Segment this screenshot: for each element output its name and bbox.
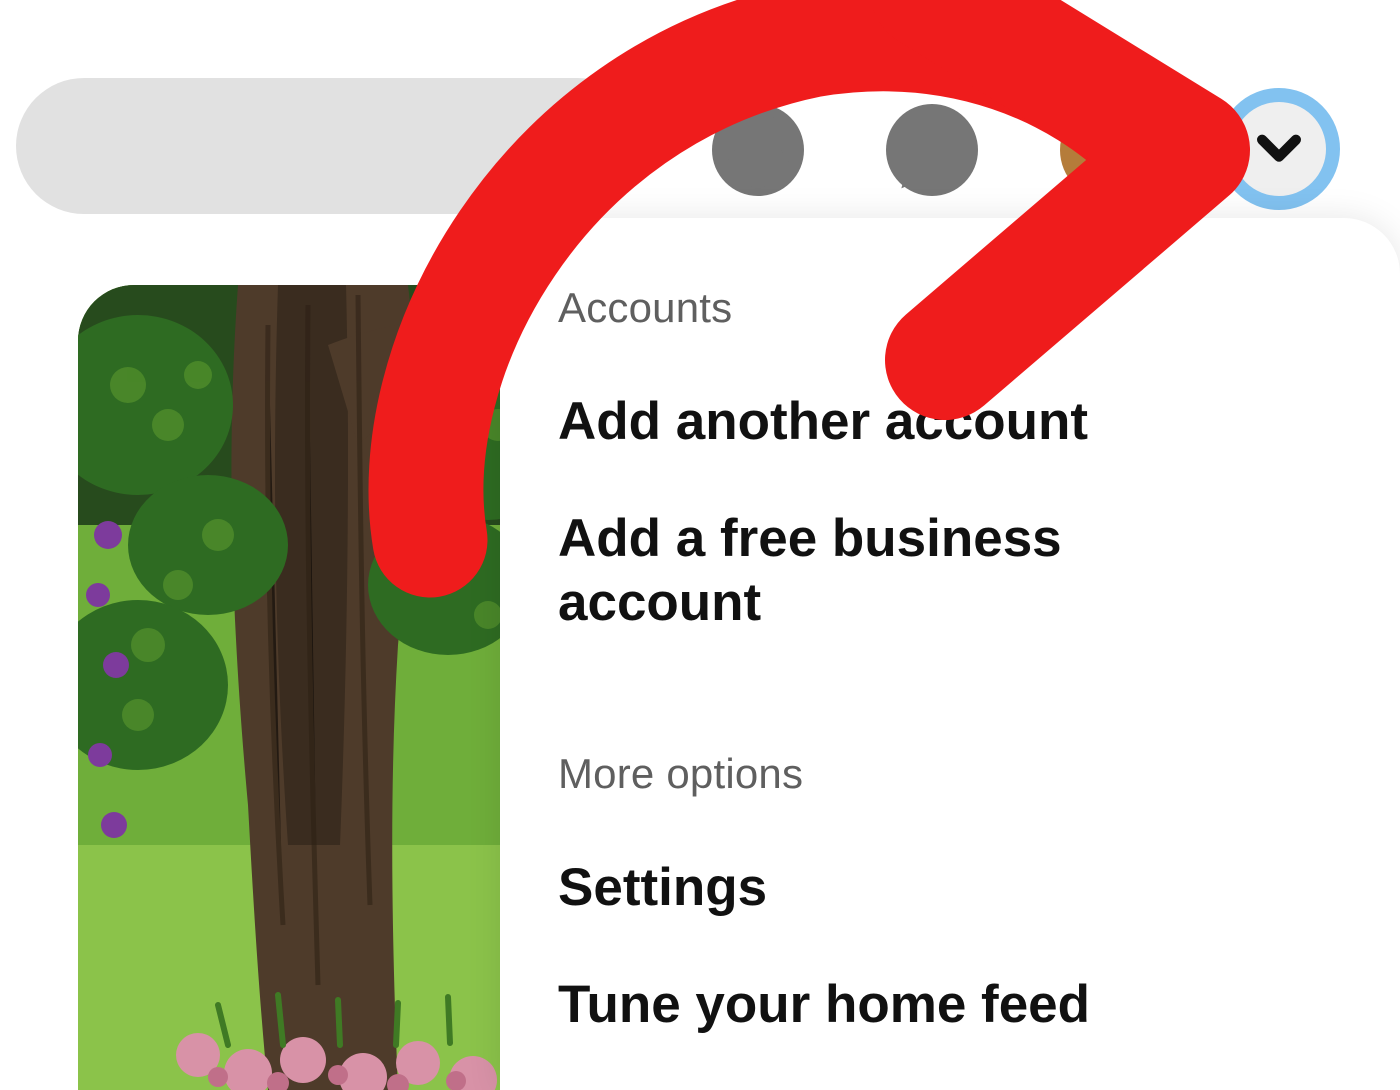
messages-icon[interactable] <box>886 104 978 196</box>
search-input[interactable] <box>16 78 646 214</box>
feed-pin-image[interactable] <box>78 285 538 1090</box>
notifications-icon[interactable] <box>712 104 804 196</box>
menu-item-tune-home-feed[interactable]: Tune your home feed <box>558 973 1278 1038</box>
profile-avatar[interactable] <box>1060 100 1160 200</box>
menu-item-settings[interactable]: Settings <box>558 856 1278 921</box>
chevron-down-icon <box>1250 118 1308 181</box>
account-menu-toggle[interactable] <box>1218 88 1340 210</box>
menu-section-accounts: Accounts <box>558 284 1400 332</box>
account-dropdown-menu: Accounts Add another account Add a free … <box>500 218 1400 1090</box>
menu-item-add-account[interactable]: Add another account <box>558 390 1278 455</box>
menu-section-more-options: More options <box>558 750 1400 798</box>
menu-item-add-business-account[interactable]: Add a free business account <box>558 507 1278 636</box>
